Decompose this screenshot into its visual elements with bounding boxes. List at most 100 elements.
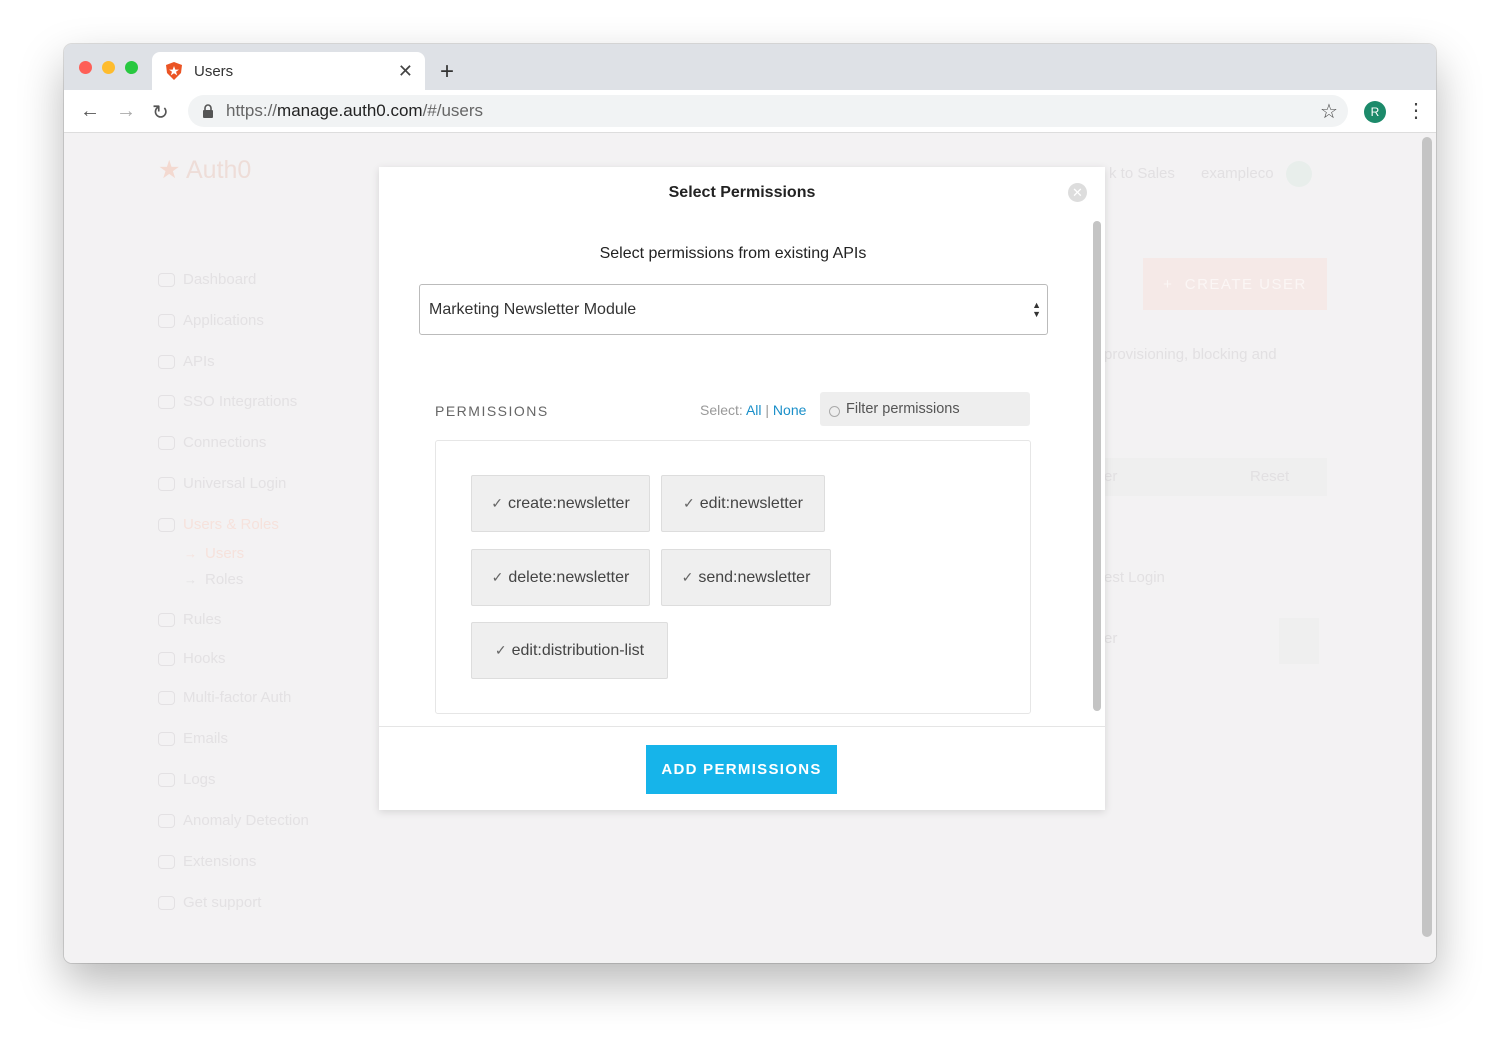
reset-button[interactable]: Reset	[1250, 468, 1289, 485]
profile-avatar[interactable]: R	[1364, 101, 1386, 123]
check-icon: ✓	[683, 495, 695, 511]
filter-permissions-input[interactable]: Filter permissions	[820, 392, 1030, 426]
api-select[interactable]: Marketing Newsletter Module ▲ ▼	[419, 284, 1048, 335]
filter-text: er	[1104, 468, 1118, 485]
dialog-footer: ADD PERMISSIONS	[379, 726, 1105, 810]
tab-title: Users	[194, 62, 234, 80]
sidebar-item-label: Applications	[183, 312, 264, 329]
auth0-logo: ★ Auth0	[158, 156, 252, 184]
talk-to-sales-link[interactable]: k to Sales	[1109, 165, 1175, 182]
page-description: provisioning, blocking and	[1104, 346, 1277, 363]
sidebar-item[interactable]: Hooks	[158, 650, 226, 667]
user-row-text: er	[1104, 630, 1118, 647]
sidebar-item[interactable]: Get support	[158, 894, 261, 911]
sidebar-item-label: Connections	[183, 434, 267, 451]
sidebar-item[interactable]: Rules	[158, 611, 221, 628]
sidebar-icon	[158, 772, 175, 787]
tab-users[interactable]: Users ✕	[152, 52, 425, 90]
sidebar-icon	[158, 476, 175, 491]
sidebar-icon	[158, 651, 175, 666]
check-icon: ✓	[494, 642, 507, 658]
browser-window: Users ✕ + ← → ↻ https://manage.auth0.com…	[64, 44, 1436, 963]
dialog-scrollbar[interactable]	[1093, 221, 1101, 711]
select-arrows-icon: ▲ ▼	[1032, 300, 1041, 319]
sidebar-item-label: Extensions	[183, 853, 257, 870]
sidebar-icon	[158, 435, 175, 450]
reload-icon[interactable]: ↻	[152, 100, 169, 125]
permissions-list: ✓ create:newsletter ✓ edit:newsletter ✓ del…	[435, 440, 1031, 714]
sidebar-item-label: Logs	[183, 771, 216, 788]
sidebar-item-label: Emails	[183, 730, 229, 747]
dialog-title: Select Permissions	[668, 184, 816, 201]
sidebar-item-label: APIs	[183, 353, 215, 370]
permission-chip[interactable]: ✓ edit:distribution-list	[471, 622, 668, 679]
create-user-button[interactable]: + CREATE USER	[1143, 258, 1327, 310]
sidebar-icon	[158, 517, 175, 532]
back-icon[interactable]: ←	[80, 100, 100, 123]
sidebar-item-label: Users	[205, 545, 245, 562]
tenant-name[interactable]: exampleco	[1201, 165, 1274, 182]
sidebar-item[interactable]: Anomaly Detection	[158, 812, 309, 829]
sidebar-item-label: Multi-factor Auth	[183, 689, 292, 706]
api-select-value: Marketing Newsletter Module	[429, 300, 637, 318]
sidebar-item[interactable]: SSO Integrations	[158, 393, 297, 410]
bookmark-star-icon[interactable]: ☆	[1320, 99, 1338, 124]
lock-icon	[203, 104, 213, 118]
sidebar-item[interactable]: Extensions	[158, 853, 256, 870]
sidebar-item[interactable]: Users & Roles	[158, 516, 279, 533]
page-scrollbar[interactable]	[1422, 137, 1432, 937]
page-content: ★ Auth0 Dashboard Applications APIs SSO Int…	[64, 133, 1436, 963]
close-tab-icon[interactable]: ✕	[398, 61, 413, 82]
sidebar-icon	[158, 272, 175, 287]
select-all-link[interactable]: All	[746, 402, 762, 418]
sidebar-item[interactable]: APIs	[158, 353, 215, 370]
search-icon	[829, 406, 840, 417]
select-links: Select: All | None	[700, 402, 806, 418]
sidebar-item-label: Roles	[205, 571, 244, 588]
more-menu-icon[interactable]: ⋮	[1406, 98, 1426, 123]
sidebar-item[interactable]: Logs	[158, 771, 216, 788]
permission-label: delete:newsletter	[508, 568, 630, 586]
column-header-latest-login: est Login	[1104, 569, 1165, 586]
sidebar-item-label: Get support	[183, 894, 262, 911]
sidebar-item[interactable]: → Roles	[184, 571, 243, 588]
sidebar-icon	[158, 313, 175, 328]
close-window-button[interactable]	[79, 61, 92, 74]
sidebar-icon	[158, 895, 175, 910]
check-icon: ✓	[681, 569, 694, 585]
maximize-window-button[interactable]	[125, 61, 138, 74]
sidebar-item[interactable]: Applications	[158, 312, 264, 329]
sidebar-item-label: Hooks	[183, 650, 226, 667]
close-dialog-icon[interactable]: ✕	[1068, 183, 1087, 202]
permission-label: edit:distribution-list	[511, 641, 645, 659]
permission-chip[interactable]: ✓ edit:newsletter	[661, 475, 825, 532]
auth0-logo-icon	[166, 62, 182, 80]
sidebar-icon	[158, 612, 175, 627]
sidebar-icon	[158, 354, 175, 369]
forward-icon[interactable]: →	[116, 100, 136, 123]
sidebar-item[interactable]: Universal Login	[158, 475, 286, 492]
minimize-window-button[interactable]	[102, 61, 115, 74]
sidebar-item-label: Users & Roles	[183, 516, 279, 533]
select-none-link[interactable]: None	[773, 402, 806, 418]
url-bar[interactable]: https://manage.auth0.com/#/users	[188, 95, 1348, 127]
sidebar-item[interactable]: Emails	[158, 730, 228, 747]
permission-label: send:newsletter	[698, 568, 811, 586]
sidebar-icon	[158, 394, 175, 409]
sidebar-item-label: Universal Login	[183, 475, 287, 492]
url-path: /#/users	[422, 101, 484, 120]
new-tab-button[interactable]: +	[440, 58, 454, 86]
permission-chip[interactable]: ✓ delete:newsletter	[471, 549, 650, 606]
sidebar-item[interactable]: Dashboard	[158, 271, 256, 288]
check-icon: ✓	[491, 569, 504, 585]
row-actions-button[interactable]	[1279, 618, 1319, 664]
url-host: manage.auth0.com	[277, 101, 423, 120]
separator: |	[765, 402, 770, 418]
sidebar-item[interactable]: Connections	[158, 434, 266, 451]
permission-chip[interactable]: ✓ create:newsletter	[471, 475, 650, 532]
permission-chip[interactable]: ✓ send:newsletter	[661, 549, 831, 606]
add-permissions-button[interactable]: ADD PERMISSIONS	[646, 745, 837, 794]
sidebar-item[interactable]: → Users	[184, 545, 244, 562]
sidebar-item[interactable]: Multi-factor Auth	[158, 689, 291, 706]
user-avatar[interactable]	[1286, 161, 1312, 187]
